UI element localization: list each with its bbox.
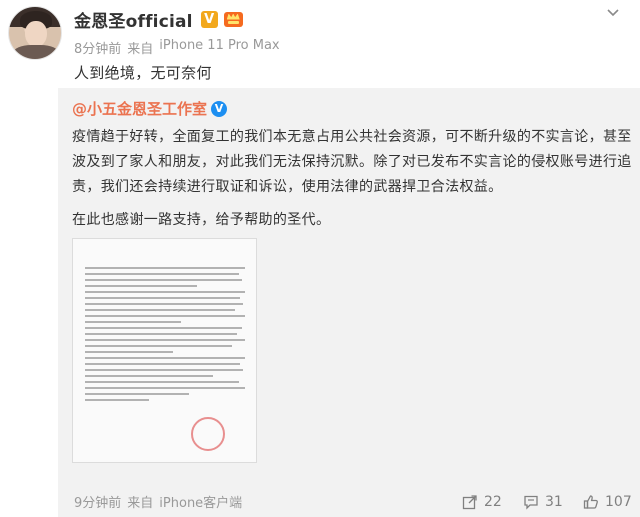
repost-time[interactable]: 9分钟前 (74, 492, 121, 511)
chevron-down-icon[interactable] (604, 4, 622, 22)
repost-body: 疫情趋于好转，全面复工的我们本无意占用公共社会资源，可不断升级的不实言论，甚至波… (72, 129, 632, 195)
repost-device: iPhone客户端 (159, 496, 243, 511)
avatar-shirt (13, 45, 59, 59)
like-count: 107 (605, 494, 632, 510)
user-name[interactable]: 金恩圣official (74, 7, 193, 32)
doc-text-lines (85, 267, 245, 405)
post-time[interactable]: 8分钟前 (74, 38, 121, 57)
post-device: iPhone 11 Pro Max (159, 38, 280, 53)
name-row: 金恩圣official V (74, 7, 243, 32)
comment-icon (523, 494, 539, 510)
repost-via-label: 来自 (127, 496, 154, 511)
repost-author-row: @小五金恩圣工作室 V (72, 98, 228, 119)
avatar[interactable] (8, 6, 62, 60)
vip-crown-icon[interactable] (223, 11, 243, 28)
blue-verified-badge[interactable]: V (211, 100, 228, 117)
comment-count: 31 (545, 494, 563, 510)
comment-action[interactable]: 31 (523, 492, 563, 512)
share-icon (462, 494, 478, 510)
repost-action[interactable]: 22 (462, 492, 502, 512)
lawyer-statement-image[interactable] (72, 238, 257, 463)
post-meta: 8分钟前 来自 iPhone 11 Pro Max (74, 38, 280, 57)
avatar-face (25, 21, 47, 47)
like-icon (583, 494, 599, 510)
repost-thanks: 在此也感谢一路支持，给予帮助的圣代。 (72, 212, 331, 228)
post-header: 金恩圣official V 8分钟前 来自 iPhone 11 Pro Max … (0, 0, 640, 88)
repost-count: 22 (484, 494, 502, 510)
repost-meta: 9分钟前 来自 iPhone客户端 (74, 492, 242, 511)
post-via-label: 来自 (127, 42, 154, 57)
repost-author-link[interactable]: @小五金恩圣工作室 (72, 98, 207, 119)
seal-stamp (191, 417, 225, 451)
verified-badge[interactable]: V (200, 10, 218, 28)
like-action[interactable]: 107 (583, 492, 632, 512)
post-text: 人到绝境，无可奈何 (74, 64, 212, 82)
repost-box: @小五金恩圣工作室 V 疫情趋于好转，全面复工的我们本无意占用公共社会资源，可不… (58, 88, 640, 517)
